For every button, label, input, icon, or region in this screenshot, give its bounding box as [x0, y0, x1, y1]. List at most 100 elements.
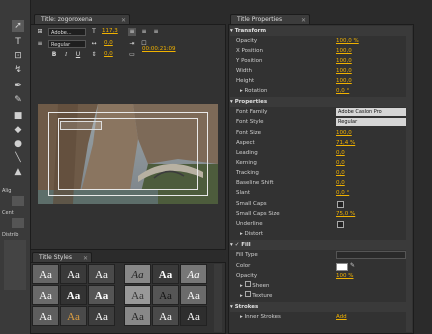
align-left-button[interactable]: ≡: [128, 28, 136, 36]
strokes-section-header[interactable]: ▾ Strokes: [230, 302, 410, 312]
wedge-tool-icon[interactable]: ▲: [12, 166, 24, 178]
prop-row-sheen: ▸ Sheen: [240, 281, 270, 289]
prop-row-opacity: Opacity 100,0 %: [236, 38, 359, 44]
tracking-icon: ↔: [91, 40, 97, 47]
tools-panel: ➚ T ⊡ ↯ ✒ ✎ ■ ◆ ● ╲ ▲ Alig Cent Distrib: [0, 0, 31, 334]
show-video-icon[interactable]: ▭: [128, 51, 136, 59]
sheen-checkbox[interactable]: [244, 281, 251, 287]
fill-type-dropdown[interactable]: [336, 251, 406, 259]
prop-row-small-caps: Small Caps: [236, 199, 412, 209]
style-swatch[interactable]: Aa: [32, 306, 59, 326]
underline-checkbox[interactable]: [337, 221, 344, 228]
rounded-rect-tool-icon[interactable]: ◆: [12, 124, 24, 136]
leading-icon: ⇕: [91, 51, 97, 58]
prop-row-font-size: Font Size 100,0: [236, 130, 352, 136]
prop-row-inner-strokes: ▸ Inner Strokes Add: [240, 312, 347, 322]
leading-value[interactable]: 0,0: [104, 51, 113, 57]
title-panel-tab-label: Title: zogoroxena: [41, 16, 93, 23]
transform-section-header[interactable]: ▾ Transform: [230, 26, 410, 36]
properties-scrollbar[interactable]: [406, 26, 412, 332]
texture-checkbox[interactable]: [244, 291, 251, 297]
distribute-buttons[interactable]: [4, 240, 26, 290]
align-label: Alig: [2, 188, 12, 194]
center-buttons[interactable]: [12, 218, 24, 228]
prop-row-fill-type: Fill Type: [236, 250, 412, 260]
vertical-type-tool-icon[interactable]: ⊡: [12, 50, 24, 62]
style-swatch[interactable]: Aa: [60, 264, 87, 284]
prop-row-underline: Underline: [236, 219, 412, 229]
style-swatch[interactable]: Aa: [180, 306, 207, 326]
style-swatch[interactable]: Aa: [124, 264, 151, 284]
add-anchor-icon[interactable]: ✎: [12, 94, 24, 106]
style-swatch[interactable]: Aa: [152, 306, 179, 326]
prop-row-aspect: Aspect 71,4 %: [236, 140, 356, 146]
style-swatch[interactable]: Aa: [88, 285, 115, 305]
title-styles-tab-label: Title Styles: [39, 254, 72, 261]
add-inner-stroke-link[interactable]: Add: [336, 312, 347, 322]
rectangle-tool-icon[interactable]: ■: [12, 110, 24, 122]
small-caps-checkbox[interactable]: [337, 201, 344, 208]
prop-row-height: Height 100,0: [236, 78, 352, 84]
prop-row-font-style: Font Style Regular: [236, 117, 412, 127]
properties-section-header[interactable]: ▾ Properties: [230, 97, 410, 107]
align-right-button[interactable]: ≡: [152, 28, 160, 36]
style-swatch[interactable]: Aa: [88, 264, 115, 284]
ellipse-tool-icon[interactable]: ●: [12, 138, 24, 150]
style-swatch[interactable]: Aa: [88, 306, 115, 326]
prop-row-leading: Leading 0,0: [236, 150, 345, 156]
align-buttons[interactable]: [12, 196, 24, 206]
new-title-icon[interactable]: ⊞: [36, 28, 44, 36]
font-family-dropdown[interactable]: Adobe Caslon Pro: [336, 108, 406, 116]
font-family-select[interactable]: Adobe...: [48, 28, 86, 36]
align-center-button[interactable]: ≡: [140, 28, 148, 36]
style-swatch[interactable]: Aa: [124, 306, 151, 326]
style-swatch[interactable]: Aa: [60, 306, 87, 326]
style-swatch[interactable]: Aa: [180, 264, 207, 284]
style-swatch[interactable]: Aa: [180, 285, 207, 305]
prop-row-rotation: ▸ Rotation 0,0 °: [240, 88, 350, 94]
center-label: Cent: [2, 210, 14, 216]
video-preview[interactable]: [38, 104, 218, 204]
font-size-value[interactable]: 117,3: [102, 28, 118, 34]
style-swatch[interactable]: Aa: [60, 285, 87, 305]
title-properties-tab[interactable]: Title Properties ✕: [230, 14, 310, 24]
prop-row-x-position: X Position 100,0: [236, 48, 352, 54]
roll-crawl-icon[interactable]: ≡: [36, 40, 44, 48]
styles-scrollbar[interactable]: [214, 264, 222, 332]
font-style-dropdown[interactable]: Regular: [336, 118, 406, 126]
title-panel-tab[interactable]: Title: zogoroxena ✕: [34, 14, 130, 24]
timecode[interactable]: 00:00:21:09: [142, 46, 176, 52]
prop-row-y-position: Y Position 100,0: [236, 58, 352, 64]
font-style-select[interactable]: Regular: [48, 40, 86, 48]
selection-tool-icon[interactable]: ➚: [12, 20, 24, 32]
pen-tool-icon[interactable]: ✒: [12, 80, 24, 92]
style-swatch[interactable]: Aa: [32, 264, 59, 284]
fill-header-label: Fill: [241, 242, 251, 248]
title-text-box[interactable]: [60, 121, 102, 130]
style-swatch[interactable]: Aa: [124, 285, 151, 305]
style-swatch[interactable]: Aa: [152, 264, 179, 284]
prop-row-opacity-fill: Opacity 100 %: [236, 273, 354, 279]
style-swatch[interactable]: Aa: [32, 285, 59, 305]
fill-section-header[interactable]: ▾ ✓ Fill: [230, 240, 410, 250]
properties-header-label: Properties: [234, 99, 268, 105]
italic-button[interactable]: I: [62, 51, 70, 59]
prop-row-kerning: Kerning 0,0: [236, 160, 345, 166]
tab-stops-button[interactable]: ⇥: [128, 40, 136, 48]
bold-button[interactable]: B: [50, 51, 58, 59]
underline-button[interactable]: U: [74, 51, 82, 59]
style-swatch[interactable]: Aa: [152, 285, 179, 305]
type-tool-icon[interactable]: T: [12, 36, 24, 48]
prop-row-small-caps-size: Small Caps Size 75,0 %: [236, 211, 356, 217]
prop-row-color: Color ✎: [236, 261, 356, 271]
color-swatch[interactable]: [336, 263, 348, 271]
prop-row-tracking: Tracking 0,0: [236, 170, 345, 176]
transform-header-label: Transform: [234, 28, 267, 34]
distribute-label: Distrib: [2, 232, 19, 238]
eyedropper-icon[interactable]: ✎: [350, 261, 355, 271]
area-type-tool-icon[interactable]: ↯: [12, 64, 24, 76]
tracking-value[interactable]: 0,0: [104, 40, 113, 46]
line-tool-icon[interactable]: ╲: [12, 152, 24, 164]
prop-row-texture: ▸ Texture: [240, 291, 273, 299]
title-styles-tab[interactable]: Title Styles ✕: [32, 252, 92, 262]
